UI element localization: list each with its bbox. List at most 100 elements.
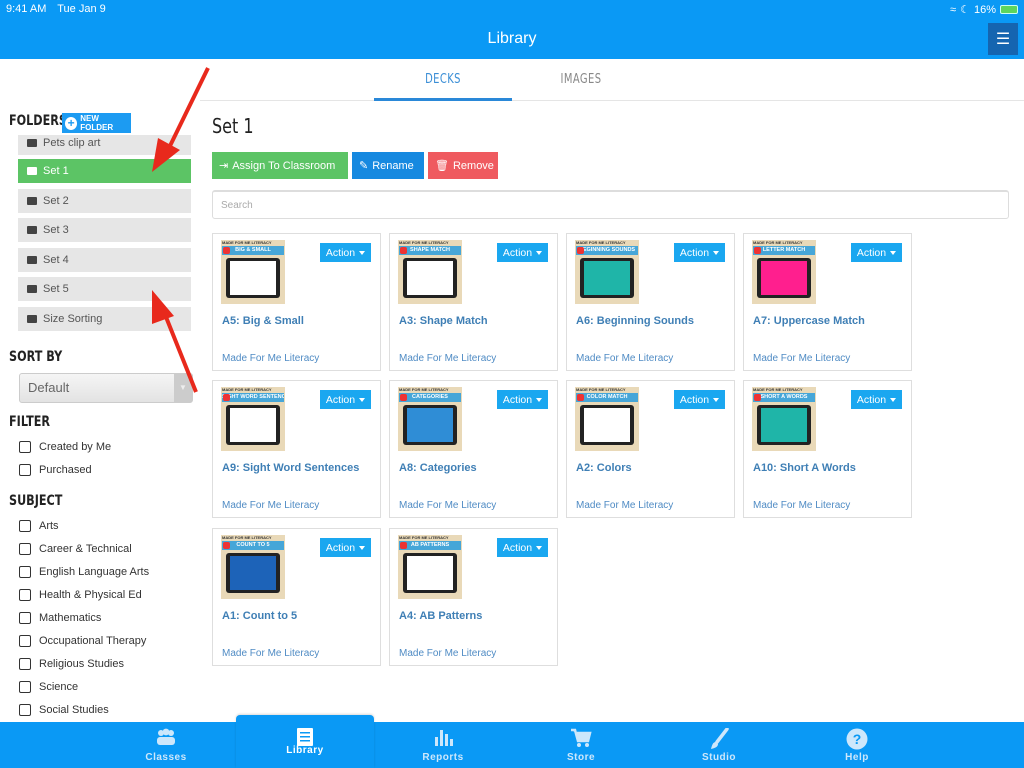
action-dropdown-button[interactable]: Action xyxy=(674,243,725,262)
folder-item-active[interactable]: Set 1 xyxy=(18,159,191,183)
action-dropdown-button[interactable]: Action xyxy=(674,390,725,409)
deck-card[interactable]: MADE FOR ME LITERACY SHAPE MATCH Action A3:… xyxy=(389,233,558,371)
deck-card[interactable]: MADE FOR ME LITERACY COUNT TO 5 Action A1: … xyxy=(212,528,381,666)
deck-thumbnail[interactable]: MADE FOR ME LITERACY LETTER MATCH xyxy=(752,240,816,304)
deck-thumbnail[interactable]: MADE FOR ME LITERACY CATEGORIES xyxy=(398,387,462,451)
checkbox[interactable] xyxy=(19,589,31,601)
folder-item[interactable]: Pets clip art xyxy=(18,135,191,155)
checkbox[interactable] xyxy=(19,464,31,476)
deck-author[interactable]: Made For Me Literacy xyxy=(576,353,673,364)
deck-title[interactable]: A1: Count to 5 xyxy=(222,610,297,622)
deck-thumbnail[interactable]: MADE FOR ME LITERACY COUNT TO 5 xyxy=(221,535,285,599)
action-label: Action xyxy=(502,246,533,259)
action-dropdown-button[interactable]: Action xyxy=(320,390,371,409)
deck-card[interactable]: MADE FOR ME LITERACY LETTER MATCH Action A7… xyxy=(743,233,912,371)
subject-health-physical-ed[interactable]: Health & Physical Ed xyxy=(19,589,142,601)
folder-label: Set 5 xyxy=(43,283,69,295)
deck-thumbnail[interactable]: MADE FOR ME LITERACY AB PATTERNS xyxy=(398,535,462,599)
action-dropdown-button[interactable]: Action xyxy=(851,243,902,262)
action-dropdown-button[interactable]: Action xyxy=(497,538,548,557)
checkbox[interactable] xyxy=(19,543,31,555)
action-dropdown-button[interactable]: Action xyxy=(320,538,371,557)
folder-item[interactable]: Size Sorting xyxy=(18,307,191,331)
deck-author[interactable]: Made For Me Literacy xyxy=(399,500,496,511)
nav-library[interactable]: Library xyxy=(236,715,374,768)
deck-card[interactable]: MADE FOR ME LITERACY CATEGORIES Action A8: … xyxy=(389,380,558,518)
deck-card[interactable]: MADE FOR ME LITERACY BIG & SMALL Action A5:… xyxy=(212,233,381,371)
checkbox[interactable] xyxy=(19,658,31,670)
subject-english-language-arts[interactable]: English Language Arts xyxy=(19,566,149,578)
deck-title[interactable]: A5: Big & Small xyxy=(222,315,304,327)
action-dropdown-button[interactable]: Action xyxy=(497,390,548,409)
tab-decks[interactable]: DECKS xyxy=(384,59,501,101)
nav-reports[interactable]: Reports xyxy=(374,722,512,768)
deck-thumbnail[interactable]: MADE FOR ME LITERACY SHORT A WORDS xyxy=(752,387,816,451)
deck-author[interactable]: Made For Me Literacy xyxy=(753,353,850,364)
checkbox[interactable] xyxy=(19,704,31,716)
subject-occupational-therapy[interactable]: Occupational Therapy xyxy=(19,635,146,647)
subject-career-technical[interactable]: Career & Technical xyxy=(19,543,132,555)
rename-button[interactable]: ✎ Rename xyxy=(352,152,424,179)
nav-help[interactable]: ? Help xyxy=(788,722,926,768)
nav-classes[interactable]: Classes xyxy=(97,722,235,768)
assign-to-classroom-button[interactable]: ⇥ Assign To Classroom xyxy=(212,152,348,179)
action-dropdown-button[interactable]: Action xyxy=(320,243,371,262)
deck-thumbnail[interactable]: MADE FOR ME LITERACY SHAPE MATCH xyxy=(398,240,462,304)
remove-button[interactable]: 🗑 Remove xyxy=(428,152,498,179)
subject-mathematics[interactable]: Mathematics xyxy=(19,612,101,624)
deck-author[interactable]: Made For Me Literacy xyxy=(222,500,319,511)
checkbox[interactable] xyxy=(19,681,31,693)
checkbox[interactable] xyxy=(19,635,31,647)
checkbox[interactable] xyxy=(19,441,31,453)
tab-images[interactable]: IMAGES xyxy=(522,59,639,101)
thumbnail-title: BIG & SMALL xyxy=(222,246,284,255)
action-dropdown-button[interactable]: Action xyxy=(851,390,902,409)
deck-title[interactable]: A4: AB Patterns xyxy=(399,610,482,622)
deck-thumbnail[interactable]: MADE FOR ME LITERACYSIGHT WORD SENTENCES xyxy=(221,387,285,451)
deck-card[interactable]: MADE FOR ME LITERACY COLOR MATCH Action A2:… xyxy=(566,380,735,518)
checkbox[interactable] xyxy=(19,520,31,532)
subject-social-studies[interactable]: Social Studies xyxy=(19,704,109,716)
deck-thumbnail[interactable]: MADE FOR ME LITERACY BIG & SMALL xyxy=(221,240,285,304)
deck-thumbnail[interactable]: MADE FOR ME LITERACY COLOR MATCH xyxy=(575,387,639,451)
subject-religious-studies[interactable]: Religious Studies xyxy=(19,658,124,670)
deck-author[interactable]: Made For Me Literacy xyxy=(399,353,496,364)
folder-item[interactable]: Set 4 xyxy=(18,248,191,272)
sort-by-select[interactable]: Default ▼ xyxy=(19,373,193,403)
deck-title[interactable]: A7: Uppercase Match xyxy=(753,315,865,327)
folder-list[interactable]: Pets clip art Set 1 Set 2 Set 3 Set 4 Se… xyxy=(18,135,191,337)
deck-thumbnail[interactable]: MADE FOR ME LITERACY BEGINNING SOUNDS xyxy=(575,240,639,304)
checkbox[interactable] xyxy=(19,566,31,578)
new-folder-button[interactable]: + NEW FOLDER xyxy=(62,113,131,133)
subject-science[interactable]: Science xyxy=(19,681,78,693)
deck-title[interactable]: A6: Beginning Sounds xyxy=(576,315,694,327)
deck-title[interactable]: A8: Categories xyxy=(399,462,477,474)
deck-title[interactable]: A10: Short A Words xyxy=(753,462,856,474)
folder-item[interactable]: Set 5 xyxy=(18,277,191,301)
deck-title[interactable]: A9: Sight Word Sentences xyxy=(222,462,359,474)
deck-title[interactable]: A2: Colors xyxy=(576,462,632,474)
nav-studio[interactable]: Studio xyxy=(650,722,788,768)
deck-author[interactable]: Made For Me Literacy xyxy=(576,500,673,511)
checkbox[interactable] xyxy=(19,612,31,624)
deck-card[interactable]: MADE FOR ME LITERACYSIGHT WORD SENTENCES… xyxy=(212,380,381,518)
nav-store[interactable]: Store xyxy=(512,722,650,768)
deck-title[interactable]: A3: Shape Match xyxy=(399,315,488,327)
search-input[interactable]: Search xyxy=(212,190,1009,219)
filter-created-by-me[interactable]: Created by Me xyxy=(19,441,111,453)
hamburger-menu-button[interactable]: ☰ xyxy=(988,23,1018,55)
deck-card[interactable]: MADE FOR ME LITERACY BEGINNING SOUNDS Acti… xyxy=(566,233,735,371)
filter-purchased[interactable]: Purchased xyxy=(19,464,92,476)
deck-card[interactable]: MADE FOR ME LITERACY AB PATTERNS Action A4:… xyxy=(389,528,558,666)
deck-card[interactable]: MADE FOR ME LITERACY SHORT A WORDS Action A… xyxy=(743,380,912,518)
folder-item[interactable]: Set 3 xyxy=(18,218,191,242)
deck-author[interactable]: Made For Me Literacy xyxy=(753,500,850,511)
action-dropdown-button[interactable]: Action xyxy=(497,243,548,262)
folder-item[interactable]: Set 2 xyxy=(18,189,191,213)
deck-author[interactable]: Made For Me Literacy xyxy=(222,648,319,659)
deck-author[interactable]: Made For Me Literacy xyxy=(399,648,496,659)
deck-author[interactable]: Made For Me Literacy xyxy=(222,353,319,364)
checkbox-label: Career & Technical xyxy=(39,543,132,555)
battery-percent: 16% xyxy=(973,3,996,16)
subject-arts[interactable]: Arts xyxy=(19,520,59,532)
